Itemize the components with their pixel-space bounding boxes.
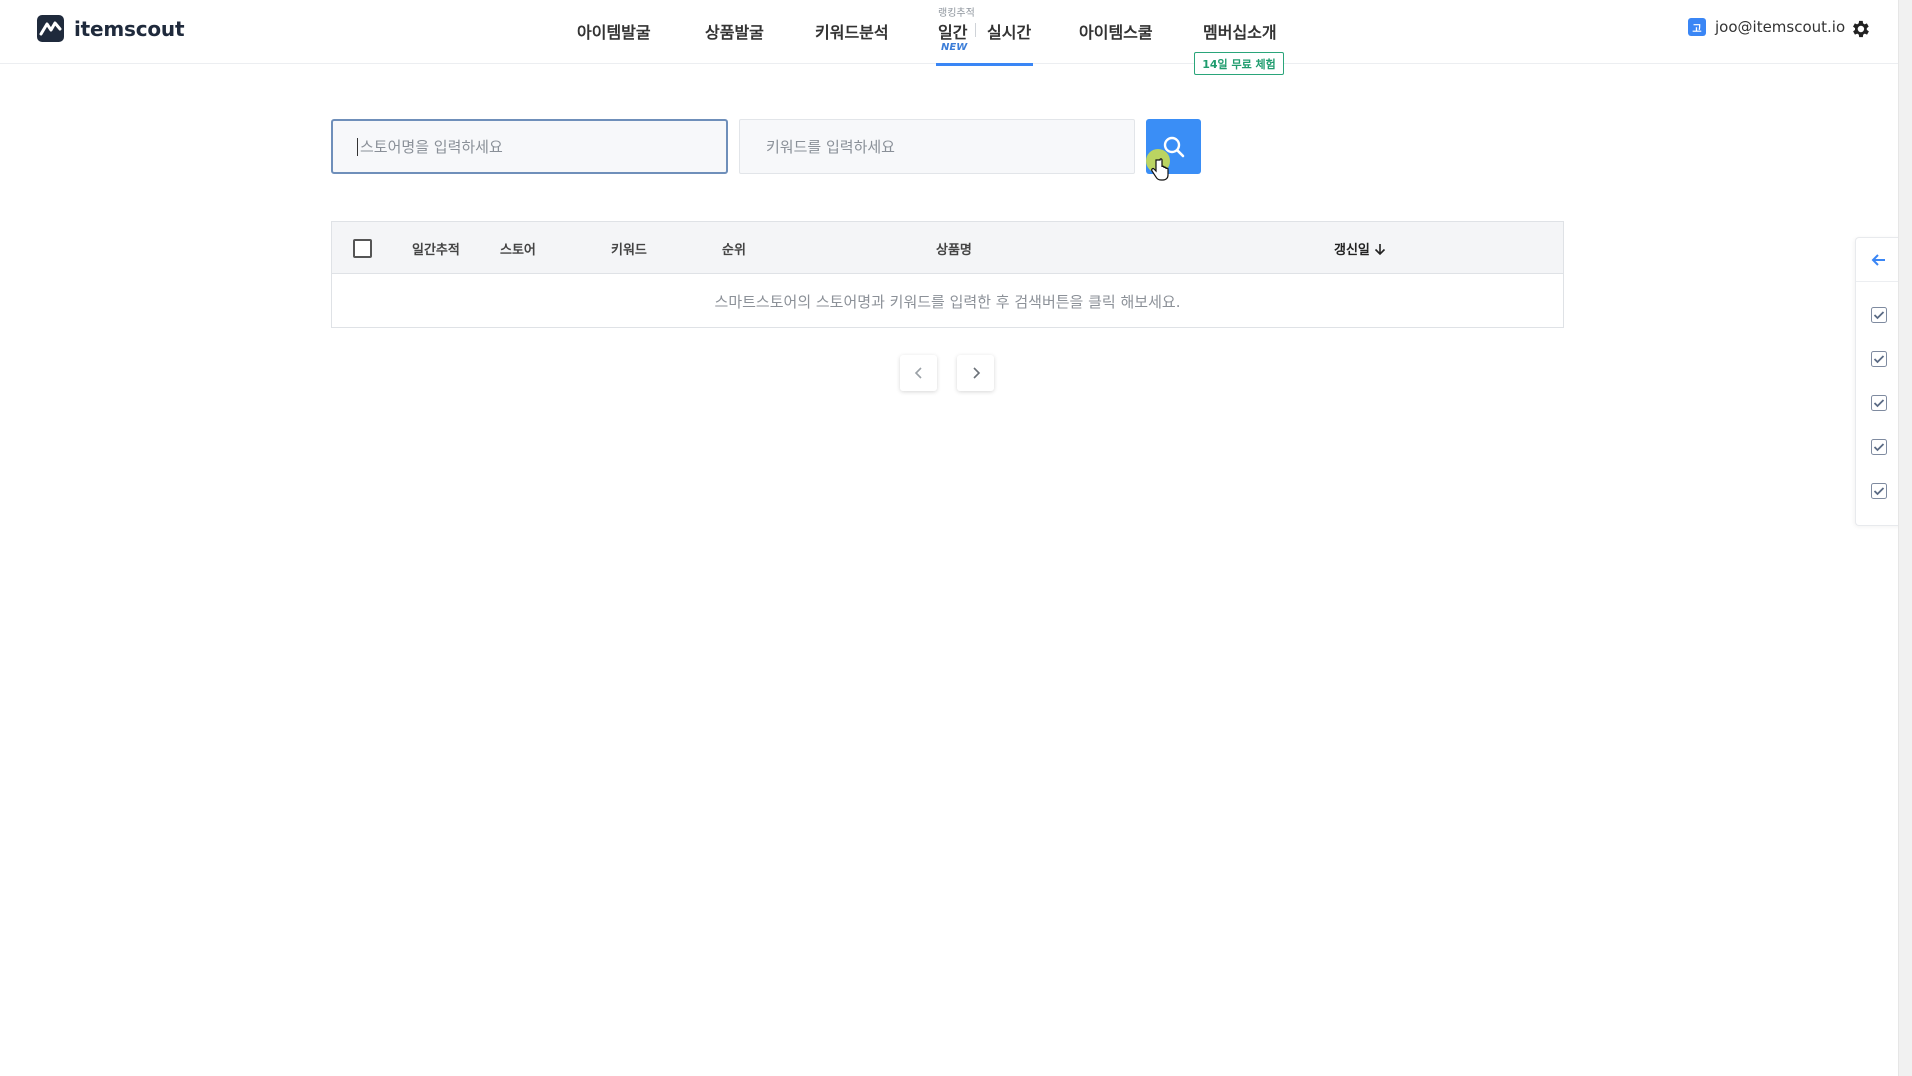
- column-daily-tracking: 일간추적: [412, 243, 460, 258]
- checkbox-checked-icon[interactable]: [1871, 307, 1887, 323]
- next-page-button[interactable]: [957, 355, 994, 391]
- nav-divider: [975, 23, 976, 37]
- side-panel-divider: [1856, 281, 1901, 282]
- checkbox-checked-icon[interactable]: [1871, 483, 1887, 499]
- nav-item-discovery[interactable]: 아이템발굴: [577, 19, 651, 43]
- tracking-table: 일간추적 스토어 키워드 순위 상품명 갱신일 스마트스토어의 스토어명과 키워…: [331, 221, 1564, 328]
- keyword-placeholder: 키워드를 입력하세요: [766, 138, 895, 156]
- arrow-down-icon: [1374, 243, 1385, 255]
- nav-rank-realtime[interactable]: 실시간: [987, 19, 1031, 43]
- free-trial-badge[interactable]: 14일 무료 체험: [1194, 52, 1284, 75]
- arrow-left-icon[interactable]: [1869, 250, 1889, 270]
- top-navigation-bar: itemscout 아이템발굴 상품발굴 키워드분석 랭킹추적 일간 NEW 실…: [0, 0, 1898, 75]
- user-avatar: 고: [1688, 18, 1706, 36]
- text-caret: [357, 137, 358, 156]
- chevron-left-icon: [914, 367, 922, 379]
- active-tab-indicator: [936, 63, 1033, 66]
- keyword-input[interactable]: 키워드를 입력하세요: [739, 119, 1135, 174]
- column-rank: 순위: [722, 243, 746, 258]
- column-store: 스토어: [500, 243, 536, 258]
- logo-text: itemscout: [74, 16, 185, 41]
- side-filter-panel: [1855, 237, 1901, 526]
- column-updated-date[interactable]: 갱신일: [1334, 239, 1387, 258]
- nav-rank-daily[interactable]: 일간: [938, 19, 967, 43]
- nav-keyword-analysis[interactable]: 키워드분석: [815, 19, 889, 43]
- nav-item-school[interactable]: 아이템스쿨: [1079, 19, 1153, 43]
- store-name-input[interactable]: 스토어명을 입력하세요: [331, 119, 728, 174]
- select-all-checkbox[interactable]: [353, 239, 372, 258]
- column-product-name: 상품명: [936, 243, 972, 258]
- column-keyword: 키워드: [611, 243, 647, 258]
- itemscout-logo[interactable]: itemscout: [37, 15, 185, 42]
- rank-tracking-caption: 랭킹추적: [938, 8, 975, 19]
- checkbox-checked-icon[interactable]: [1871, 439, 1887, 455]
- checkbox-checked-icon[interactable]: [1871, 351, 1887, 367]
- itemscout-logo-icon: [37, 15, 64, 42]
- page-scrollbar[interactable]: [1898, 0, 1912, 1076]
- empty-table-message: 스마트스토어의 스토어명과 키워드를 입력한 후 검색버튼을 클릭 해보세요.: [714, 292, 1181, 311]
- new-badge: NEW: [941, 42, 968, 53]
- user-account[interactable]: 고 joo@itemscout.io: [1688, 18, 1845, 36]
- column-updated-date-label: 갱신일: [1334, 243, 1370, 258]
- nav-membership[interactable]: 멤버십소개: [1203, 19, 1277, 43]
- user-email: joo@itemscout.io: [1715, 18, 1846, 36]
- table-header: 일간추적 스토어 키워드 순위 상품명 갱신일: [332, 222, 1563, 274]
- nav-product-discovery[interactable]: 상품발굴: [705, 19, 764, 43]
- hand-cursor-icon: [1151, 158, 1169, 181]
- gear-icon[interactable]: [1849, 18, 1871, 40]
- chevron-right-icon: [972, 367, 980, 379]
- checkbox-checked-icon[interactable]: [1871, 395, 1887, 411]
- prev-page-button[interactable]: [900, 355, 937, 391]
- store-name-placeholder: 스토어명을 입력하세요: [360, 138, 503, 156]
